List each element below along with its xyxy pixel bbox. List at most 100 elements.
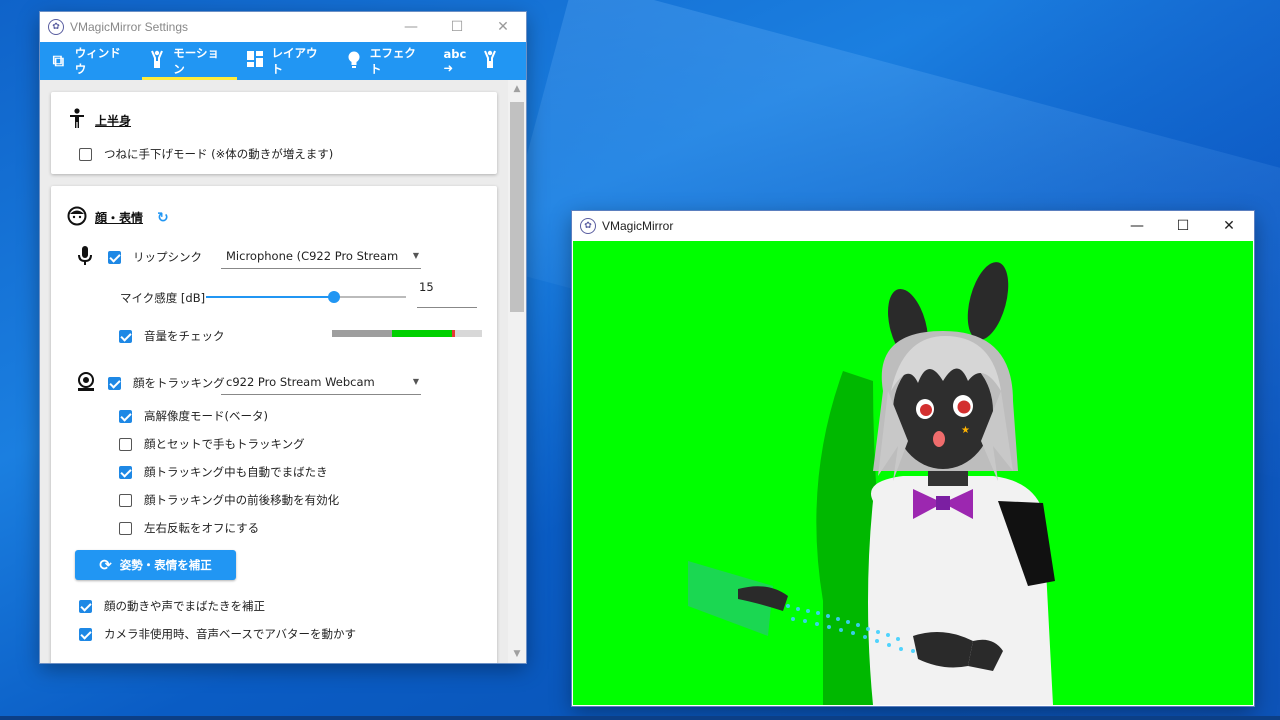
avatar-stage[interactable]: ★: [573, 241, 1253, 705]
checkbox-box[interactable]: [79, 599, 92, 613]
scrollbar[interactable]: ▲ ▼: [508, 80, 526, 663]
tab-word-to-motion[interactable]: abc ➜: [444, 42, 506, 80]
lightbulb-icon: [345, 51, 362, 72]
checkbox-label: 顔トラッキング中も自動でまばたき: [144, 465, 328, 479]
tab-label: レイアウト: [271, 46, 318, 76]
scroll-up-icon[interactable]: ▲: [508, 84, 526, 94]
checkbox-box[interactable]: [119, 493, 132, 507]
tab-bar: ⧉ ウィンドウ モーション レイアウト エフェクト abc ➜: [40, 42, 526, 80]
mic-sensitivity-value: 15: [419, 280, 434, 294]
checkbox-box[interactable]: [119, 465, 132, 479]
checkbox-box[interactable]: [108, 376, 121, 390]
check-volume-checkbox[interactable]: 音量をチェック: [119, 328, 225, 344]
volume-meter: [332, 330, 482, 337]
microphone-select[interactable]: Microphone (C922 Pro Stream ▼: [221, 244, 421, 269]
mic-sensitivity-input[interactable]: 15: [417, 280, 477, 308]
chevron-down-icon: ▼: [412, 251, 419, 260]
tab-label: abc ➜: [443, 47, 467, 75]
tab-label: エフェクト: [369, 46, 416, 76]
microphone-icon: [77, 246, 93, 271]
camera-select[interactable]: c922 Pro Stream Webcam ▼: [221, 370, 421, 395]
checkbox-box[interactable]: [79, 147, 92, 161]
svg-text:★: ★: [961, 425, 970, 436]
checkbox-label: 顔をトラッキング: [133, 376, 225, 390]
mic-sensitivity-slider[interactable]: [206, 291, 406, 303]
upper-body-header: 上半身: [69, 108, 131, 133]
close-button[interactable]: ✕: [1206, 211, 1252, 241]
window-icon: ⧉: [52, 51, 65, 70]
calibrate-button[interactable]: ⟳ 姿勢・表情を補正: [75, 550, 236, 580]
settings-content: 上半身 つねに手下げモード (※体の動きが増えます) 顔・表情 ↻ リップシンク…: [40, 80, 526, 663]
checkbox-box[interactable]: [119, 521, 132, 535]
tab-label: ウィンドウ: [74, 46, 121, 76]
hand-tracking-checkbox[interactable]: 顔とセットで手もトラッキング: [119, 436, 305, 452]
mic-sensitivity-label: マイク感度 [dB]: [120, 291, 206, 305]
person-arms-up-icon: [481, 50, 498, 72]
high-res-mode-checkbox[interactable]: 高解像度モード(ベータ): [119, 408, 268, 424]
volume-meter-peak: [452, 330, 455, 337]
tab-window[interactable]: ⧉ ウィンドウ: [50, 42, 128, 80]
slider-thumb[interactable]: [328, 291, 340, 303]
minimize-button[interactable]: —: [388, 12, 434, 42]
settings-window: ✿ VMagicMirror Settings — ☐ ✕ ⧉ ウィンドウ モー…: [40, 12, 526, 663]
scrollbar-thumb[interactable]: [510, 102, 524, 312]
checkbox-label: つねに手下げモード (※体の動きが増えます): [104, 147, 334, 161]
rotate-icon: ⟳: [99, 556, 112, 574]
mirror-window: ✿ VMagicMirror — ☐ ✕ ★: [572, 211, 1254, 706]
checkbox-label: 音量をチェック: [144, 329, 225, 343]
checkbox-box[interactable]: [119, 437, 132, 451]
settings-titlebar[interactable]: ✿ VMagicMirror Settings — ☐ ✕: [40, 12, 526, 42]
checkbox-label: 顔とセットで手もトラッキング: [144, 437, 305, 451]
mirror-window-title: VMagicMirror: [602, 219, 674, 233]
checkbox-label: 顔の動きや声でまばたきを補正: [104, 599, 265, 613]
tab-effect[interactable]: エフェクト: [345, 42, 423, 80]
disable-mirror-checkbox[interactable]: 左右反転をオフにする: [119, 520, 259, 536]
tab-layout[interactable]: レイアウト: [247, 42, 325, 80]
scroll-down-icon[interactable]: ▼: [508, 649, 526, 659]
volume-meter-level: [392, 330, 452, 337]
maximize-button[interactable]: ☐: [1160, 211, 1206, 241]
blink-adjust-checkbox[interactable]: 顔の動きや声でまばたきを補正: [79, 598, 265, 614]
layout-grid-icon: [247, 51, 264, 71]
checkbox-label: リップシンク: [133, 250, 202, 264]
minimize-button[interactable]: —: [1114, 211, 1160, 241]
face-card: 顔・表情 ↻ リップシンク Microphone (C922 Pro Strea…: [51, 186, 497, 663]
checkbox-box[interactable]: [119, 409, 132, 423]
always-hands-down-checkbox[interactable]: つねに手下げモード (※体の動きが増えます): [79, 146, 333, 162]
app-icon: ✿: [48, 19, 64, 35]
maximize-button[interactable]: ☐: [434, 12, 480, 42]
camera-select-value: c922 Pro Stream Webcam: [226, 375, 375, 389]
depth-motion-checkbox[interactable]: 顔トラッキング中の前後移動を有効化: [119, 492, 339, 508]
calibrate-button-label: 姿勢・表情を補正: [119, 558, 212, 572]
face-header: 顔・表情 ↻: [67, 206, 169, 229]
checkbox-label: 左右反転をオフにする: [144, 521, 260, 535]
checkbox-box[interactable]: [108, 250, 121, 264]
volume-meter-low: [332, 330, 392, 337]
refresh-icon[interactable]: ↻: [157, 210, 169, 226]
avatar-illustration: ★: [688, 262, 1055, 705]
webcam-icon: [77, 372, 95, 397]
mirror-titlebar[interactable]: ✿ VMagicMirror — ☐ ✕: [572, 211, 1254, 241]
person-arms-up-icon: [148, 50, 165, 72]
checkbox-label: カメラ非使用時、音声ベースでアバターを動かす: [104, 627, 356, 641]
lipsync-checkbox[interactable]: リップシンク: [108, 249, 202, 265]
close-button[interactable]: ✕: [480, 12, 526, 42]
face-tracking-checkbox[interactable]: 顔をトラッキング: [108, 375, 225, 391]
taskbar-edge: [0, 716, 1280, 720]
slider-fill: [206, 296, 334, 298]
checkbox-box[interactable]: [79, 627, 92, 641]
upper-body-title: 上半身: [95, 114, 132, 128]
app-icon: ✿: [580, 218, 596, 234]
microphone-select-value: Microphone (C922 Pro Stream: [226, 249, 399, 263]
chevron-down-icon: ▼: [412, 377, 419, 386]
checkbox-label: 顔トラッキング中の前後移動を有効化: [144, 493, 340, 507]
tab-motion[interactable]: モーション: [142, 42, 237, 80]
face-icon: [67, 206, 87, 229]
person-standing-icon: [69, 108, 85, 133]
checkbox-box[interactable]: [119, 329, 132, 343]
voice-based-motion-checkbox[interactable]: カメラ非使用時、音声ベースでアバターを動かす: [79, 626, 356, 642]
settings-window-title: VMagicMirror Settings: [70, 20, 189, 34]
tab-label: モーション: [173, 46, 220, 76]
checkbox-label: 高解像度モード(ベータ): [144, 409, 268, 423]
auto-blink-checkbox[interactable]: 顔トラッキング中も自動でまばたき: [119, 464, 328, 480]
